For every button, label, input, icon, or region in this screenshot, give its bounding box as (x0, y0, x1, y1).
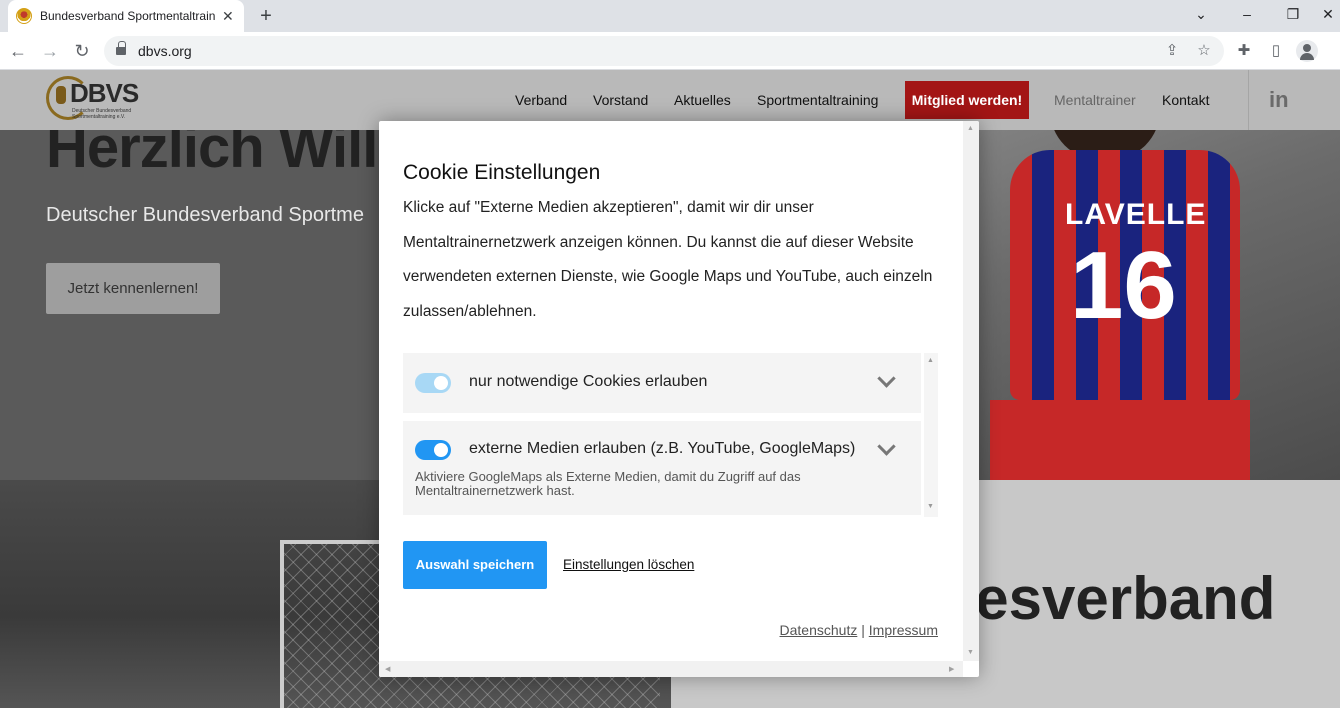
tab-title: Bundesverband Sportmentaltraining (40, 9, 216, 23)
dbvs-logo[interactable]: DBVS Deutscher Bundesverband Sportmental… (46, 76, 139, 122)
bookmark-star-icon[interactable]: ☆ (1194, 42, 1214, 60)
options-scrollbar[interactable]: ▲ ▼ (924, 353, 938, 517)
dialog-footer-links: Datenschutz | Impressum (780, 622, 938, 638)
dialog-description: Klicke auf "Externe Medien akzeptieren",… (403, 199, 933, 320)
extensions-icon[interactable]: ✚ (1233, 40, 1255, 62)
scroll-down-icon[interactable]: ▼ (927, 503, 934, 510)
hero-subtitle: Deutscher Bundesverband Sportme (46, 204, 364, 226)
necessary-cookies-toggle[interactable] (415, 373, 451, 393)
dialog-title: Cookie Einstellungen (403, 161, 601, 184)
logo-subtext: Deutscher Bundesverband Sportmentaltrain… (72, 108, 132, 120)
minimize-icon[interactable]: – (1224, 0, 1270, 32)
external-media-label: externe Medien erlauben (z.B. YouTube, G… (469, 440, 856, 457)
close-tab-icon[interactable]: ✕ (222, 8, 234, 25)
dialog-vertical-scrollbar[interactable]: ▲ ▼ (963, 121, 979, 661)
share-icon[interactable]: ⇪ (1162, 42, 1182, 60)
option-external-media: externe Medien erlauben (z.B. YouTube, G… (403, 421, 921, 515)
cookie-options-list: nur notwendige Cookies erlauben externe … (403, 353, 938, 517)
chevron-down-icon[interactable] (877, 375, 897, 389)
reload-icon[interactable]: ↻ (71, 40, 93, 62)
restore-icon[interactable]: ❐ (1270, 0, 1316, 32)
delete-settings-link[interactable]: Einstellungen löschen (563, 557, 694, 572)
chevron-down-icon[interactable] (877, 443, 897, 457)
nav-sportmentaltraining[interactable]: Sportmentaltraining (757, 92, 878, 108)
nav-verband[interactable]: Verband (515, 92, 567, 108)
player-shorts (990, 400, 1250, 480)
nav-vorstand[interactable]: Vorstand (593, 92, 648, 108)
scroll-up-icon[interactable]: ▲ (967, 125, 974, 132)
lock-icon[interactable] (116, 41, 126, 56)
browser-toolbar: ← → ↻ dbvs.org ⇪ ☆ ✚ ▯ (0, 32, 1340, 70)
cookie-settings-dialog: Cookie Einstellungen Klicke auf "Externe… (379, 121, 979, 677)
external-media-toggle[interactable] (415, 440, 451, 460)
external-media-description: Aktiviere GoogleMaps als Externe Medien,… (415, 469, 801, 498)
learn-more-button[interactable]: Jetzt kennenlernen! (46, 263, 220, 314)
scroll-right-icon[interactable]: ▶ (949, 665, 954, 673)
necessary-cookies-label: nur notwendige Cookies erlauben (469, 373, 708, 390)
header-divider (1248, 70, 1249, 130)
nav-mentaltrainer[interactable]: Mentaltrainer (1054, 92, 1136, 108)
logo-figure (56, 86, 66, 104)
side-panel-icon[interactable]: ▯ (1265, 40, 1287, 62)
privacy-link[interactable]: Datenschutz (780, 622, 858, 638)
close-window-icon[interactable]: ✕ (1316, 0, 1340, 32)
nav-kontakt[interactable]: Kontakt (1162, 92, 1209, 108)
toggle-knob (434, 376, 448, 390)
imprint-link[interactable]: Impressum (869, 622, 938, 638)
hero-photo: LAVELLE 16 (970, 70, 1340, 480)
url-text[interactable]: dbvs.org (138, 43, 192, 59)
scroll-down-icon[interactable]: ▼ (967, 649, 974, 656)
linkedin-icon[interactable]: in (1269, 87, 1289, 113)
scroll-left-icon[interactable]: ◀ (385, 665, 390, 673)
address-bar[interactable]: dbvs.org ⇪ ☆ (104, 36, 1224, 66)
jersey-number: 16 (1070, 232, 1177, 339)
site-favicon-icon (16, 8, 32, 24)
option-necessary-cookies: nur notwendige Cookies erlauben (403, 353, 921, 413)
forward-icon[interactable]: → (39, 40, 61, 62)
nav-aktuelles[interactable]: Aktuelles (674, 92, 731, 108)
profile-avatar-icon[interactable] (1296, 40, 1318, 62)
toggle-knob (434, 443, 448, 457)
jersey-name: LAVELLE (1065, 198, 1207, 231)
become-member-button[interactable]: Mitglied werden! (905, 81, 1029, 119)
tab-search-icon[interactable]: ⌄ (1178, 0, 1224, 32)
dialog-horizontal-scrollbar[interactable]: ◀ ▶ (379, 661, 963, 677)
save-selection-button[interactable]: Auswahl speichern (403, 541, 547, 589)
link-separator: | (861, 622, 865, 638)
browser-tab[interactable]: Bundesverband Sportmentaltraining ✕ (8, 0, 244, 32)
scroll-up-icon[interactable]: ▲ (927, 357, 934, 364)
tab-strip: Bundesverband Sportmentaltraining ✕ + ⌄ … (0, 0, 1340, 32)
new-tab-icon[interactable]: + (256, 4, 276, 28)
logo-text: DBVS (70, 78, 139, 108)
back-icon[interactable]: ← (7, 40, 29, 62)
